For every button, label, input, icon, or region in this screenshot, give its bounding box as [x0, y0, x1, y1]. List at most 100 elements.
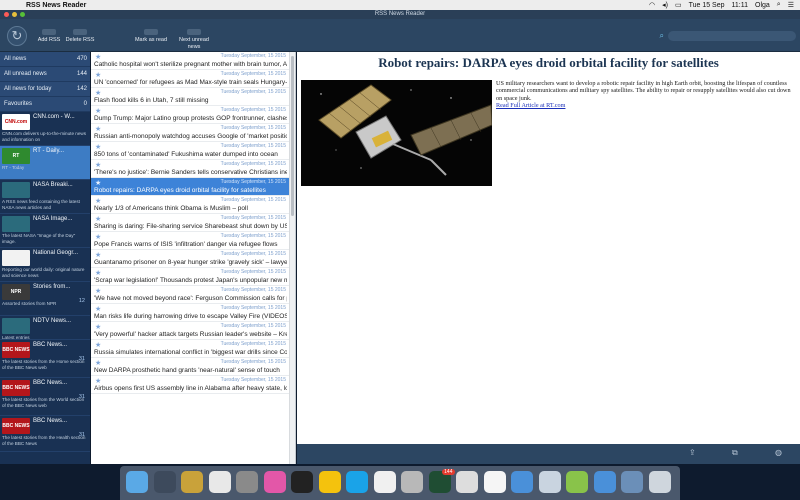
article-row[interactable]: ★ Tuesday September, 15 2015 Man risks lif… — [91, 304, 295, 322]
preview2-icon[interactable] — [538, 471, 561, 493]
star-icon[interactable]: ★ — [95, 251, 101, 259]
feed-item[interactable]: CNN.com CNN.com - W... CNN.com delivers up… — [0, 112, 90, 146]
search-input[interactable] — [668, 31, 796, 41]
feed-item[interactable]: BBC NEWS BBC News... 31 The latest stories … — [0, 340, 90, 378]
star-icon[interactable]: ★ — [95, 161, 101, 169]
feed-item[interactable]: RT RT - Daily... RT - Today — [0, 146, 90, 180]
star-icon[interactable]: ★ — [95, 107, 101, 115]
itunes-icon[interactable] — [208, 471, 231, 493]
mosaic-icon[interactable] — [181, 471, 203, 493]
star-icon[interactable]: ★ — [95, 233, 101, 241]
paper-icon[interactable] — [483, 471, 506, 493]
article-row[interactable]: ★ Tuesday September, 15 2015 Dump Trump: M… — [91, 106, 295, 124]
menu-list-icon[interactable]: ☰ — [788, 1, 794, 9]
star-icon[interactable]: ★ — [95, 53, 101, 61]
delete-rss-button[interactable]: Delete RSS — [64, 29, 96, 43]
battery-icon[interactable]: ▭ — [675, 1, 682, 9]
article-row[interactable]: ★ Tuesday September, 15 2015 Nearly 1/3 of… — [91, 196, 295, 214]
sidebar-category[interactable]: All news 470 — [0, 52, 90, 67]
app-menu[interactable]: RSS News Reader — [26, 2, 86, 9]
star-icon[interactable]: ★ — [95, 215, 101, 223]
close-button[interactable] — [4, 12, 9, 17]
article-row[interactable]: ★ Tuesday September, 15 2015 Flash flood k… — [91, 88, 295, 106]
zoom-button[interactable] — [20, 12, 25, 17]
star-icon[interactable]: ★ — [95, 125, 101, 133]
pink-app-icon[interactable] — [263, 471, 286, 493]
console-icon[interactable] — [291, 471, 313, 493]
star-icon[interactable]: ★ — [95, 269, 101, 277]
feed-item[interactable]: BBC NEWS BBC News... 31 The latest stories … — [0, 416, 90, 452]
star-icon[interactable]: ★ — [95, 89, 101, 97]
refresh-button[interactable]: ↻ — [7, 26, 27, 46]
article-row[interactable]: ★ Tuesday September, 15 2015 Airbus opens … — [91, 376, 295, 394]
next-unread-button[interactable]: Next unread news — [176, 29, 212, 51]
feed-logo — [2, 182, 30, 198]
feed-logo — [2, 318, 30, 334]
folder2-icon[interactable] — [593, 471, 616, 493]
feed-item[interactable]: NDTV News... Latest entries — [0, 316, 90, 340]
feed-item[interactable]: NASA Breaki... A RSS news feed containing… — [0, 180, 90, 214]
globe-icon[interactable]: ◍ — [775, 448, 782, 457]
star-icon[interactable]: ★ — [95, 323, 101, 331]
menu-time[interactable]: 11:11 — [732, 2, 748, 9]
volume-icon[interactable]: ◂) — [662, 1, 668, 9]
article-row[interactable]: ★ Tuesday September, 15 2015 Pope Francis … — [91, 232, 295, 250]
article-row[interactable]: ★ Tuesday September, 15 2015 'There's no j… — [91, 160, 295, 178]
star-icon[interactable]: ★ — [95, 179, 101, 187]
system-preferences-icon[interactable] — [236, 471, 258, 493]
sidebar-category[interactable]: All news for today 142 — [0, 82, 90, 97]
article-row[interactable]: ★ Tuesday September, 15 2015 850 tons of '… — [91, 142, 295, 160]
rss-app-icon[interactable] — [621, 471, 643, 493]
article-row-title: Man risks life during harrowing drive to… — [94, 313, 287, 320]
menu-user[interactable]: Olga — [755, 2, 770, 9]
article-row[interactable]: ★ Tuesday September, 15 2015 'Very powerfu… — [91, 322, 295, 340]
menu-date[interactable]: Tue 15 Sep — [689, 2, 725, 9]
read-full-article-link[interactable]: Read Full Article at RT.com — [496, 102, 794, 109]
share-icon[interactable]: ⇪ — [689, 448, 696, 457]
article-row[interactable]: ★ Tuesday September, 15 2015 Russia simula… — [91, 340, 295, 358]
article-row[interactable]: ★ Tuesday September, 15 2015 Robot repairs… — [91, 178, 295, 196]
preview-icon[interactable] — [456, 471, 478, 493]
scrollbar-thumb[interactable] — [291, 56, 294, 216]
article-row[interactable]: ★ Tuesday September, 15 2015 Guantanamo pr… — [91, 250, 295, 268]
star-icon[interactable]: ★ — [95, 197, 101, 205]
star-icon[interactable]: ★ — [95, 287, 101, 295]
folder-icon[interactable] — [511, 471, 533, 493]
star-icon[interactable]: ★ — [95, 143, 101, 151]
chrome-icon[interactable] — [318, 471, 341, 493]
android-icon[interactable] — [566, 471, 588, 493]
star-icon[interactable]: ★ — [95, 359, 101, 367]
article-row[interactable]: ★ Tuesday September, 15 2015 'Scrap war le… — [91, 268, 295, 286]
feed-item[interactable]: NPR Stories from... 12 Assorted stories fro… — [0, 282, 90, 316]
text-edit-icon[interactable] — [373, 471, 396, 493]
feed-item[interactable]: National Geogr... Reporting our world dai… — [0, 248, 90, 282]
article-row[interactable]: ★ Tuesday September, 15 2015 UN 'concerned… — [91, 70, 295, 88]
skype-icon[interactable] — [346, 471, 368, 493]
feed-item[interactable]: NASA Image... The latest NASA "Image of t… — [0, 214, 90, 248]
archive-icon[interactable] — [401, 471, 423, 493]
feed-item[interactable]: BBC NEWS BBC News... 31 The latest stories … — [0, 378, 90, 416]
sidebar-category[interactable]: Favourites 0 — [0, 97, 90, 112]
article-image — [301, 80, 492, 186]
article-row[interactable]: ★ Tuesday September, 15 2015 Russian anti-… — [91, 124, 295, 142]
star-icon[interactable]: ★ — [95, 341, 101, 349]
rss-reader-icon[interactable]: 144 — [428, 469, 455, 493]
article-row[interactable]: ★ Tuesday September, 15 2015 'We have not … — [91, 286, 295, 304]
star-icon[interactable]: ★ — [95, 377, 101, 385]
mark-as-read-button[interactable]: Mark as read — [134, 29, 168, 43]
article-row[interactable]: ★ Tuesday September, 15 2015 New DARPA pro… — [91, 358, 295, 376]
trash-icon[interactable] — [648, 471, 671, 493]
open-window-icon[interactable]: ⧉ — [732, 448, 738, 458]
article-list-scrollbar[interactable] — [289, 52, 295, 464]
article-row[interactable]: ★ Tuesday September, 15 2015 Sharing is da… — [91, 214, 295, 232]
article-row[interactable]: ★ Tuesday September, 15 2015 Catholic hosp… — [91, 52, 295, 70]
finder-icon[interactable] — [126, 471, 148, 493]
add-rss-button[interactable]: Add RSS — [36, 29, 62, 43]
minimize-button[interactable] — [12, 12, 17, 17]
spotlight-icon[interactable]: ⌕ — [777, 1, 781, 9]
star-icon[interactable]: ★ — [95, 71, 101, 79]
sidebar-category[interactable]: All unread news 144 — [0, 67, 90, 82]
star-icon[interactable]: ★ — [95, 305, 101, 313]
wifi-icon[interactable]: ◠ — [649, 1, 655, 9]
launchpad-icon[interactable] — [153, 471, 176, 493]
